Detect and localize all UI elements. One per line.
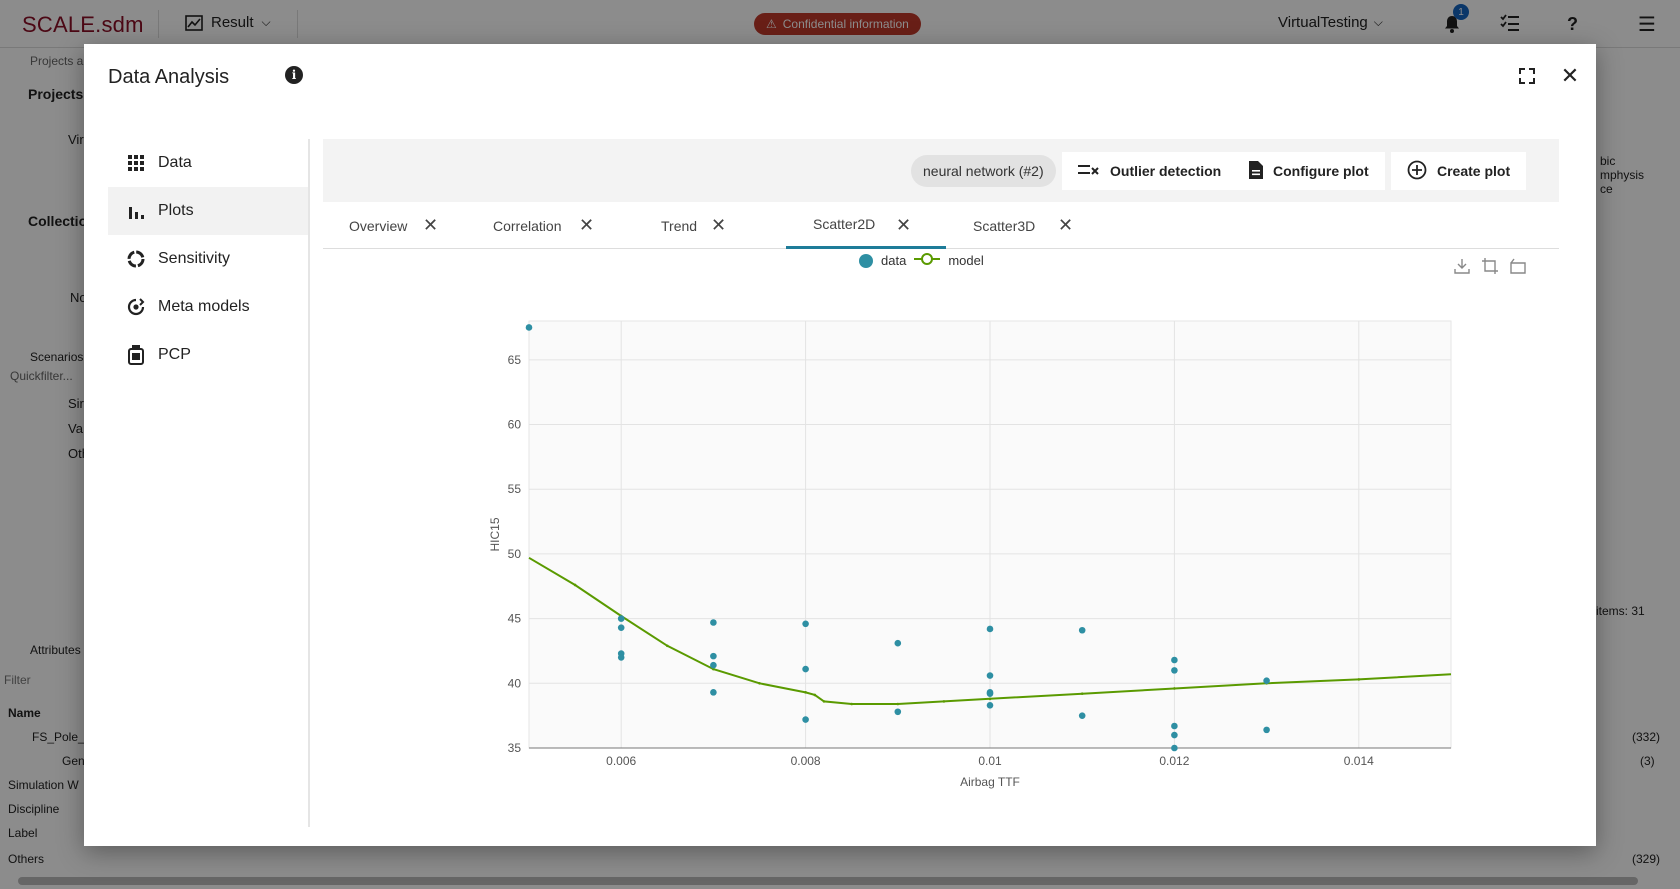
data-point — [617, 615, 625, 622]
data-point — [1078, 626, 1086, 634]
model-point — [942, 700, 946, 703]
model-point — [850, 702, 853, 706]
sidebar-item-label: Plots — [158, 202, 194, 219]
sidebar-item-pcp[interactable]: PCP — [108, 331, 308, 379]
fullscreen-icon[interactable] — [1515, 64, 1539, 88]
data-point — [1078, 712, 1086, 719]
x-tick-label: 0.008 — [791, 754, 821, 768]
data-point — [1171, 656, 1178, 664]
model-point — [573, 583, 577, 587]
dialog-title: Data Analysis — [108, 66, 230, 88]
data-point — [986, 625, 994, 633]
y-tick-label: 35 — [508, 741, 522, 755]
data-point — [802, 620, 809, 628]
data-point — [1263, 677, 1270, 685]
y-axis-label: HIC15 — [488, 517, 502, 551]
sidebar-item-meta-models[interactable]: Meta models — [108, 283, 308, 331]
data-point — [1171, 722, 1178, 730]
data-point — [710, 661, 717, 669]
data-point — [710, 652, 717, 660]
y-tick-label: 60 — [508, 418, 522, 432]
data-point — [617, 624, 625, 631]
sidebar-item-plots[interactable]: Plots — [108, 187, 308, 235]
close-icon[interactable]: ✕ — [1558, 63, 1582, 88]
model-point — [813, 693, 817, 697]
data-point — [617, 654, 625, 661]
pcp-icon — [126, 345, 146, 365]
data-point — [802, 716, 809, 723]
sidebar-divider — [308, 139, 310, 827]
bar-chart-icon — [126, 201, 146, 221]
data-point — [710, 619, 717, 626]
sidebar-item-label: Sensitivity — [158, 250, 231, 267]
grid-icon — [126, 153, 146, 173]
data-point — [525, 324, 533, 331]
y-tick-label: 45 — [508, 612, 522, 626]
plot-panel: neural network (#2) Outlier detection Co… — [323, 139, 1588, 827]
data-point — [986, 702, 994, 709]
data-point — [894, 708, 902, 716]
sidebar-item-sensitivity[interactable]: Sensitivity — [108, 235, 308, 283]
model-point — [666, 644, 669, 648]
data-point — [986, 690, 994, 697]
analysis-sidebar: Data Plots Sensitivity Meta models PCP — [108, 139, 308, 379]
data-point — [1171, 744, 1178, 752]
model-point — [988, 697, 992, 701]
scatter2d-chart[interactable]: 0.006 0.008 0.01 0.012 0.014 35 40 45 50 55 60 65 Ai… — [323, 139, 1559, 827]
donut-icon — [126, 249, 146, 269]
x-tick-label: 0.006 — [606, 754, 636, 768]
data-point — [894, 639, 902, 647]
data-point — [802, 665, 809, 673]
sidebar-item-label: Data — [158, 154, 192, 171]
model-point — [896, 702, 900, 706]
model-point — [804, 691, 807, 694]
y-tick-label: 40 — [508, 676, 522, 690]
sidebar-item-label: Meta models — [158, 298, 250, 315]
info-icon[interactable]: i — [285, 66, 303, 84]
meta-model-icon — [126, 297, 146, 317]
x-axis-label: Airbag TTF — [960, 775, 1020, 789]
sidebar-item-label: PCP — [158, 346, 191, 363]
x-tick-label: 0.012 — [1159, 754, 1189, 768]
model-point — [822, 700, 826, 703]
y-tick-label: 50 — [508, 547, 522, 561]
data-analysis-dialog: Data Analysis i ✕ Data Plots Sensitivity — [84, 44, 1596, 846]
data-point — [986, 672, 994, 679]
x-tick-label: 0.014 — [1344, 754, 1374, 768]
data-point — [710, 689, 717, 696]
data-point — [1171, 667, 1178, 674]
x-tick-label: 0.01 — [978, 754, 1002, 768]
data-point — [1171, 731, 1178, 739]
y-tick-label: 65 — [508, 353, 522, 367]
model-point — [1080, 692, 1084, 695]
y-tick-label: 55 — [508, 482, 522, 496]
sidebar-item-data[interactable]: Data — [108, 139, 308, 187]
model-point — [1357, 678, 1361, 681]
model-point — [1173, 687, 1176, 690]
model-point — [758, 682, 761, 685]
data-point — [1263, 726, 1270, 734]
